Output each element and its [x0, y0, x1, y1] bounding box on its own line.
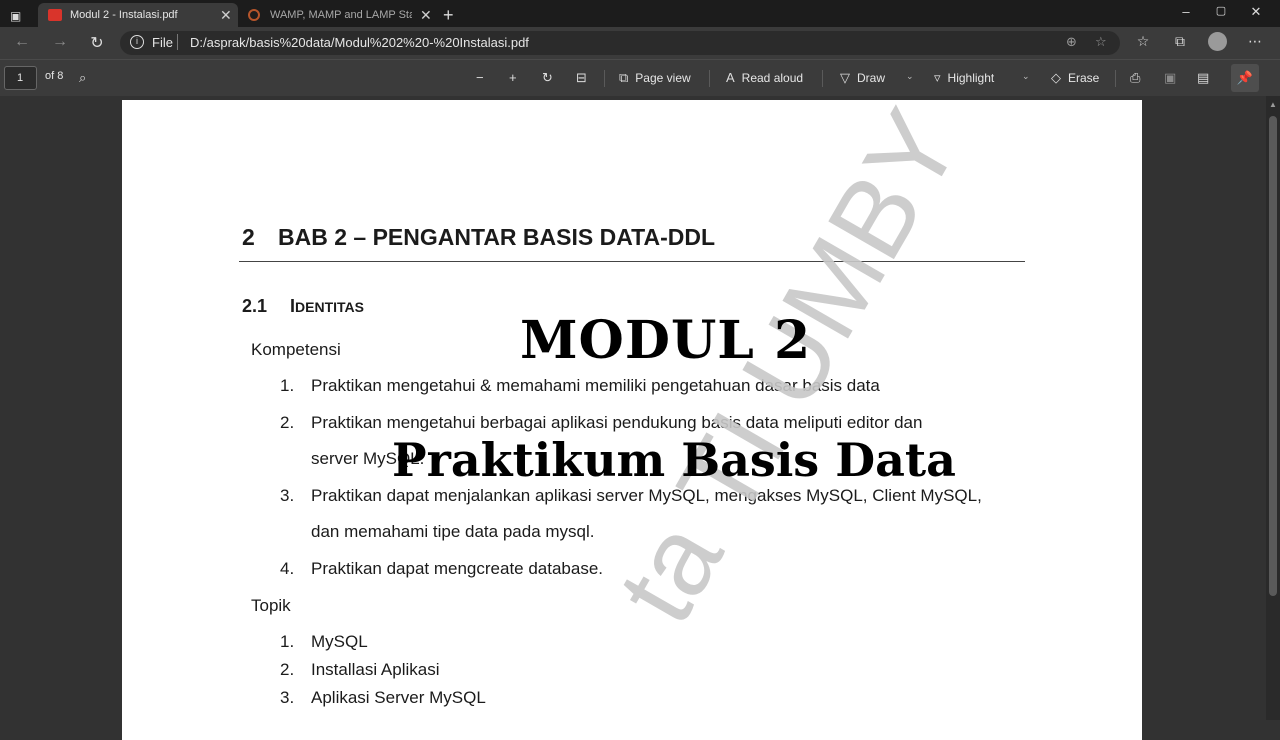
- pin-toolbar-icon[interactable]: 📌: [1231, 64, 1259, 92]
- draw-label: Draw: [857, 71, 886, 85]
- list-number: 2.: [280, 413, 295, 432]
- overlay-subtitle: Praktikum Basis Data: [392, 433, 956, 487]
- eraser-icon: ◇: [1051, 70, 1061, 85]
- pdf-page: 2 BAB 2 – PENGANTAR BASIS DATA-DDL 2.1 IDE…: [122, 100, 1142, 740]
- erase-button[interactable]: ◇ Erase: [1051, 70, 1099, 86]
- read-aloud-label: Read aloud: [741, 70, 804, 85]
- url-scheme: File: [152, 35, 173, 50]
- zoom-in-icon[interactable]: +: [509, 70, 517, 85]
- section-number: 2.1: [242, 296, 268, 316]
- list-item: 3. Aplikasi Server MySQL: [280, 688, 486, 708]
- page-view-label: Page view: [635, 71, 691, 85]
- topic-heading: Topik: [251, 596, 291, 615]
- read-aloud-icon: A: [726, 70, 735, 85]
- save-icon[interactable]: ▣: [1164, 70, 1176, 86]
- list-text: Aplikasi Server MySQL: [311, 688, 486, 707]
- toolbar-divider: [1115, 70, 1116, 87]
- draw-icon: ▽: [840, 70, 850, 85]
- highlight-label: Highlight: [947, 71, 995, 85]
- list-text: Installasi Aplikasi: [311, 660, 440, 679]
- favicon-icon: [248, 9, 260, 21]
- highlight-icon: ▿: [934, 70, 941, 85]
- toolbar-divider: [709, 70, 710, 87]
- toolbar-divider: [822, 70, 823, 87]
- avatar[interactable]: [1208, 32, 1227, 51]
- draw-button[interactable]: ▽ Draw: [840, 70, 885, 86]
- watermark-text: ta TI UMBY: [593, 100, 984, 643]
- chapter-number: 2: [242, 224, 255, 250]
- section-title-rest: DENTITAS: [295, 299, 364, 315]
- pdf-icon: [48, 9, 62, 21]
- close-icon[interactable]: ✕: [420, 7, 432, 24]
- chevron-down-icon[interactable]: ⌄: [1022, 71, 1030, 82]
- more-icon[interactable]: ⋯: [1245, 33, 1265, 50]
- list-item: 4. Praktikan dapat mengcreate database.: [280, 559, 603, 579]
- scrollbar-thumb[interactable]: [1269, 116, 1277, 596]
- competency-heading: Kompetensi: [251, 340, 341, 359]
- tab-wamp[interactable]: WAMP, MAMP and LAMP Stack ✕: [240, 3, 440, 27]
- minimize-icon[interactable]: –: [1176, 4, 1196, 19]
- list-text: MySQL: [311, 632, 368, 651]
- rotate-icon[interactable]: ↻: [542, 70, 553, 86]
- section-heading: 2.1 IDENTITAS: [242, 296, 364, 317]
- read-aloud-button[interactable]: A Read aloud: [726, 70, 803, 85]
- list-number: 2.: [280, 660, 295, 679]
- list-number: 3.: [280, 486, 295, 505]
- favorites-icon[interactable]: ☆: [1133, 33, 1153, 50]
- chapter-title: BAB 2 – PENGANTAR BASIS DATA-DDL: [278, 224, 716, 250]
- search-icon[interactable]: ⌕: [79, 70, 86, 86]
- page-view-button[interactable]: ⧉ Page view: [619, 70, 691, 86]
- url-path[interactable]: D:/asprak/basis%20data/Modul%202%20-%20I…: [190, 35, 529, 50]
- list-number: 1.: [280, 376, 295, 395]
- list-item: 1. MySQL: [280, 632, 368, 652]
- pdf-viewer[interactable]: 2 BAB 2 – PENGANTAR BASIS DATA-DDL 2.1 IDE…: [0, 96, 1280, 740]
- zoom-out-icon[interactable]: −: [476, 70, 484, 85]
- highlight-button[interactable]: ▿ Highlight: [934, 70, 994, 86]
- refresh-icon[interactable]: ↻: [87, 33, 107, 53]
- url-separator: [177, 34, 178, 50]
- fit-page-icon[interactable]: ⊟: [576, 70, 587, 86]
- page-view-icon: ⧉: [619, 70, 629, 85]
- close-window-icon[interactable]: ✕: [1246, 4, 1266, 20]
- zoom-icon[interactable]: ⊕: [1066, 34, 1077, 50]
- new-tab-button[interactable]: +: [443, 3, 463, 27]
- tab-bar: ▣ Modul 2 - Instalasi.pdf ✕ WAMP, MAMP a…: [0, 0, 1280, 27]
- overlay-title: MODUL 2: [520, 310, 812, 371]
- tab-title: Modul 2 - Instalasi.pdf: [70, 9, 178, 21]
- close-icon[interactable]: ✕: [220, 7, 232, 24]
- tab-title: WAMP, MAMP and LAMP Stack: [270, 9, 412, 21]
- page-number-input[interactable]: 1: [4, 66, 37, 90]
- scroll-up-icon[interactable]: ▲: [1269, 100, 1277, 109]
- list-number: 1.: [280, 632, 295, 651]
- maximize-icon[interactable]: ▢: [1211, 4, 1231, 17]
- chapter-heading: 2 BAB 2 – PENGANTAR BASIS DATA-DDL: [242, 224, 715, 251]
- list-number: 3.: [280, 688, 295, 707]
- erase-label: Erase: [1068, 71, 1100, 85]
- list-item-continuation: dan memahami tipe data pada mysql.: [311, 522, 595, 541]
- list-number: 4.: [280, 559, 295, 578]
- list-text: Praktikan dapat mengcreate database.: [311, 559, 604, 578]
- scrollbar[interactable]: ▲: [1266, 96, 1280, 720]
- info-icon[interactable]: i: [130, 35, 144, 49]
- list-item: 3. Praktikan dapat menjalankan aplikasi s…: [280, 486, 982, 506]
- print-icon[interactable]: ⎙: [1130, 70, 1140, 86]
- save-as-icon[interactable]: ▤: [1197, 70, 1209, 86]
- list-item: 2. Installasi Aplikasi: [280, 660, 440, 680]
- add-favorite-icon[interactable]: ☆: [1095, 34, 1107, 50]
- chevron-down-icon[interactable]: ⌄: [906, 71, 914, 82]
- collections-icon[interactable]: ⧉: [1170, 33, 1190, 50]
- tab-actions-icon[interactable]: ▣: [10, 4, 30, 28]
- address-bar: ← → ↻ i File D:/asprak/basis%20data/Modu…: [0, 27, 1280, 59]
- page-total: of 8: [45, 70, 64, 82]
- back-icon[interactable]: ←: [12, 33, 32, 51]
- toolbar-divider: [604, 70, 605, 87]
- forward-icon[interactable]: →: [50, 33, 70, 51]
- tab-modul-2[interactable]: Modul 2 - Instalasi.pdf ✕: [38, 3, 238, 27]
- url-field[interactable]: i File D:/asprak/basis%20data/Modul%202%…: [120, 31, 1120, 55]
- pdf-toolbar: 1 of 8 ⌕ − + ↻ ⊟ ⧉ Page view A Read aloud …: [0, 59, 1280, 96]
